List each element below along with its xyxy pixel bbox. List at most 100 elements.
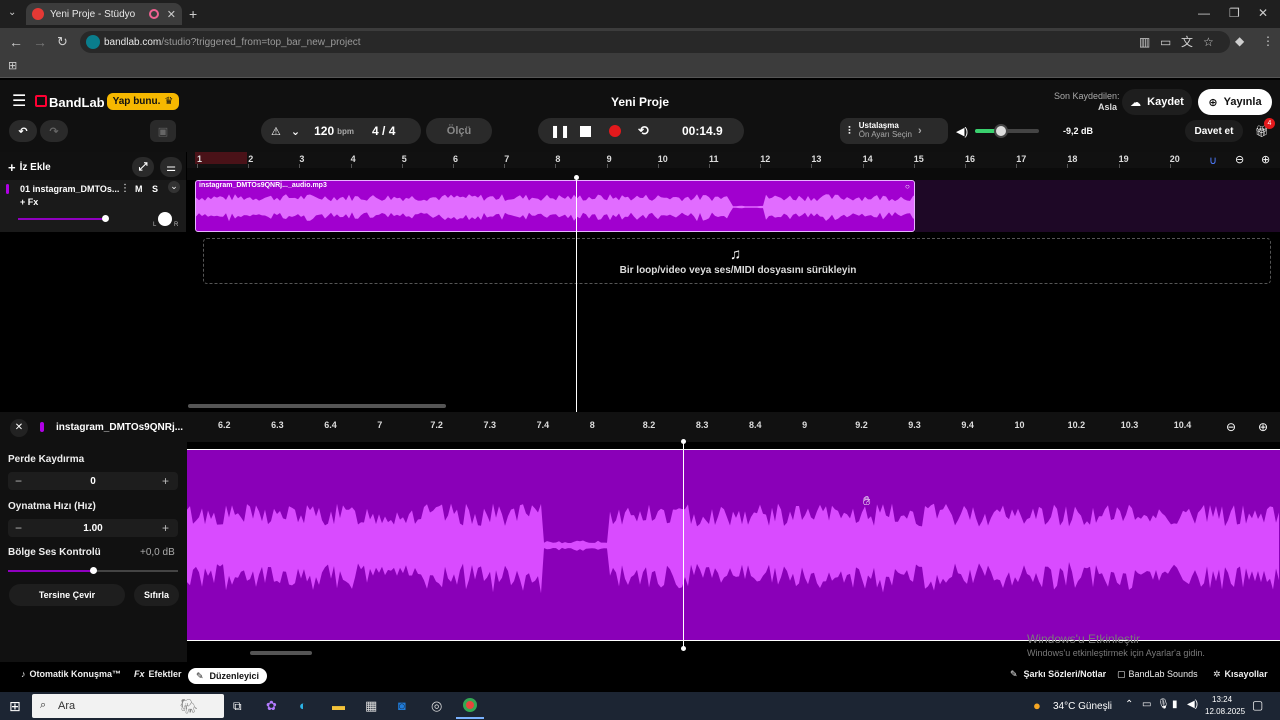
fx-button[interactable]: + Fx [20, 197, 38, 207]
taskbar-search[interactable]: ⌕ Ara 🐘︎ [32, 694, 224, 718]
bookmark-star-icon[interactable]: ☆ [1203, 36, 1214, 48]
solo-button[interactable]: S [152, 184, 158, 194]
track-options-icon[interactable]: ⋮ [120, 183, 130, 194]
browser-tab[interactable]: Yeni Proje - Stüdyo ✕ [26, 3, 182, 25]
tray-chevron-icon[interactable]: ⌃ [1125, 699, 1133, 710]
reload-icon[interactable]: ↻ [57, 35, 68, 48]
copilot-icon[interactable]: ✿ [266, 698, 277, 714]
cast-icon[interactable]: ▭ [1160, 36, 1171, 48]
tab-close-icon[interactable]: ✕ [167, 8, 176, 21]
chevron-down-icon[interactable]: ⌄ [291, 125, 300, 138]
automation-button[interactable]: ⤢ [132, 157, 154, 177]
track-settings-button[interactable]: ⚌ [160, 157, 182, 177]
save-button[interactable]: ☁ Kaydet [1122, 89, 1192, 115]
reset-button[interactable]: Sıfırla [134, 584, 179, 606]
empty-track-lane[interactable] [915, 180, 1280, 232]
time-signature[interactable]: 4 / 4 [372, 124, 395, 138]
snap-magnet-icon[interactable]: ∪ [1209, 154, 1217, 167]
stop-icon[interactable] [580, 126, 591, 137]
profile-icon[interactable]: ◆ [1235, 35, 1244, 47]
playhead[interactable] [574, 175, 579, 412]
arrangement-horizontal-scrollbar[interactable] [188, 404, 446, 408]
volume-slider[interactable] [975, 124, 1039, 138]
new-tab-icon[interactable]: + [189, 7, 197, 21]
network-icon[interactable]: ▭ [1142, 699, 1151, 710]
track-volume-slider[interactable] [18, 215, 109, 222]
loop-icon[interactable]: ⟲ [638, 123, 649, 139]
apps-grid-icon[interactable]: ⊞ [8, 61, 17, 72]
editor-playhead[interactable] [681, 439, 686, 651]
editor-horizontal-scrollbar[interactable] [250, 651, 312, 655]
site-info-icon[interactable] [86, 35, 100, 49]
track-header[interactable]: 01 instagram_DMTOs... ⋮ M S ⌄ + Fx L R [0, 180, 186, 232]
volume-knob[interactable] [993, 124, 1008, 138]
forward-icon[interactable]: → [33, 35, 47, 49]
pitch-value[interactable]: 0 [8, 476, 178, 487]
clip-loop-handle-icon[interactable]: ○ [905, 182, 910, 191]
close-editor-icon[interactable]: ✕ [10, 419, 28, 437]
notifications-icon[interactable]: ▢ [1252, 698, 1263, 712]
toggle-panel-button[interactable]: ▣ [150, 120, 176, 142]
pause-icon[interactable]: ❚❚ [550, 124, 570, 138]
playhead-handle[interactable] [574, 175, 579, 180]
volume-tray-icon[interactable]: ◀) [1187, 699, 1198, 710]
pitch-minus-icon[interactable]: − [15, 474, 22, 488]
edge-icon[interactable]: ◐ [299, 698, 307, 713]
clock-date[interactable]: 12.08.2025 [1205, 707, 1245, 716]
browser-menu-icon[interactable]: ⋮ [1262, 35, 1274, 47]
task-view-icon[interactable]: ⧉ [233, 699, 242, 714]
zoom-in-icon[interactable]: ⊕ [1261, 153, 1270, 166]
speed-minus-icon[interactable]: − [15, 521, 22, 535]
speed-plus-icon[interactable]: + [162, 521, 169, 535]
add-track-button[interactable]: + İz Ekle [8, 158, 60, 176]
file-explorer-icon[interactable]: ▬ [332, 698, 345, 713]
effects-tab[interactable]: Fx Efektler [134, 669, 182, 679]
weather-text[interactable]: 34°C Güneşli [1053, 701, 1112, 712]
pan-knob[interactable] [158, 212, 172, 226]
sounds-tab[interactable]: ▢ BandLab Sounds [1117, 669, 1198, 680]
timeline-ruler[interactable]: 1 2 3 4 5 6 7 8 9 10 11 12 13 14 15 16 17 18 19 20 ∪ ⊖ ⊕ [187, 152, 1280, 168]
track-volume-knob[interactable] [102, 215, 109, 222]
drop-zone[interactable]: ♫ Bir loop/video veya ses/MIDI dosyasını… [203, 238, 1271, 284]
back-icon[interactable]: ← [9, 35, 23, 49]
editor-waveform-area[interactable]: ✋︎ [187, 450, 1280, 641]
track-name[interactable]: 01 instagram_DMTOs... [20, 184, 119, 194]
bpm-value[interactable]: 120 [314, 124, 334, 138]
undo-button[interactable]: ↶ [9, 120, 37, 142]
mute-button[interactable]: M [135, 184, 143, 194]
record-icon[interactable] [609, 125, 621, 137]
editor-zoom-out-icon[interactable]: ⊖ [1226, 420, 1236, 434]
publish-button[interactable]: ⊕ Yayınla [1198, 89, 1272, 115]
url-field[interactable]: bandlab.com/studio?triggered_from=top_ba… [80, 31, 1230, 53]
editor-tab[interactable]: ✎ Düzenleyici [188, 668, 267, 684]
restore-icon[interactable]: ❐ [1229, 6, 1240, 20]
editor-playhead-bottom-handle[interactable] [681, 646, 686, 651]
close-window-icon[interactable]: ✕ [1258, 6, 1268, 20]
speaker-icon[interactable]: ◀) [956, 125, 968, 138]
reverse-button[interactable]: Tersine Çevir [9, 584, 125, 606]
windows-start-icon[interactable]: ⊞ [9, 698, 21, 715]
minimize-icon[interactable]: — [1198, 6, 1210, 20]
editor-playhead-top-handle[interactable] [681, 439, 686, 444]
metronome-icon[interactable]: ⚠ [271, 125, 281, 138]
speed-value[interactable]: 1.00 [8, 523, 178, 534]
lyrics-tab[interactable]: ✎ Şarkı Sözleri/Notlar [1010, 669, 1106, 680]
pitch-plus-icon[interactable]: + [162, 474, 169, 488]
metronome-button[interactable]: Ölçü [426, 118, 492, 144]
gain-knob[interactable] [90, 567, 97, 574]
invite-button[interactable]: Davet et [1185, 120, 1243, 142]
zoom-out-icon[interactable]: ⊖ [1235, 153, 1244, 166]
outlook-icon[interactable]: ◙ [398, 698, 406, 713]
mastering-button[interactable]: ⫶ Ustalaşma Ön Ayarı Seçin › [840, 118, 948, 144]
redo-button[interactable]: ↷ [40, 120, 68, 142]
loop-region-marker[interactable] [195, 152, 247, 164]
audio-clip[interactable]: instagram_DMTOs9QNRj..._audio.mp3 ○ [195, 180, 915, 232]
shortcuts-tab[interactable]: ✲ Kısayollar [1213, 669, 1268, 680]
store-icon[interactable]: ▦ [365, 698, 377, 714]
clock-time[interactable]: 13:24 [1212, 695, 1232, 704]
chrome-icon[interactable] [463, 698, 477, 712]
battery-icon[interactable]: ▮ [1172, 699, 1178, 710]
expand-track-icon[interactable]: ⌄ [168, 181, 180, 193]
speed-stepper[interactable]: 1.00 − + [8, 519, 178, 537]
pitch-stepper[interactable]: 0 − + [8, 472, 178, 490]
